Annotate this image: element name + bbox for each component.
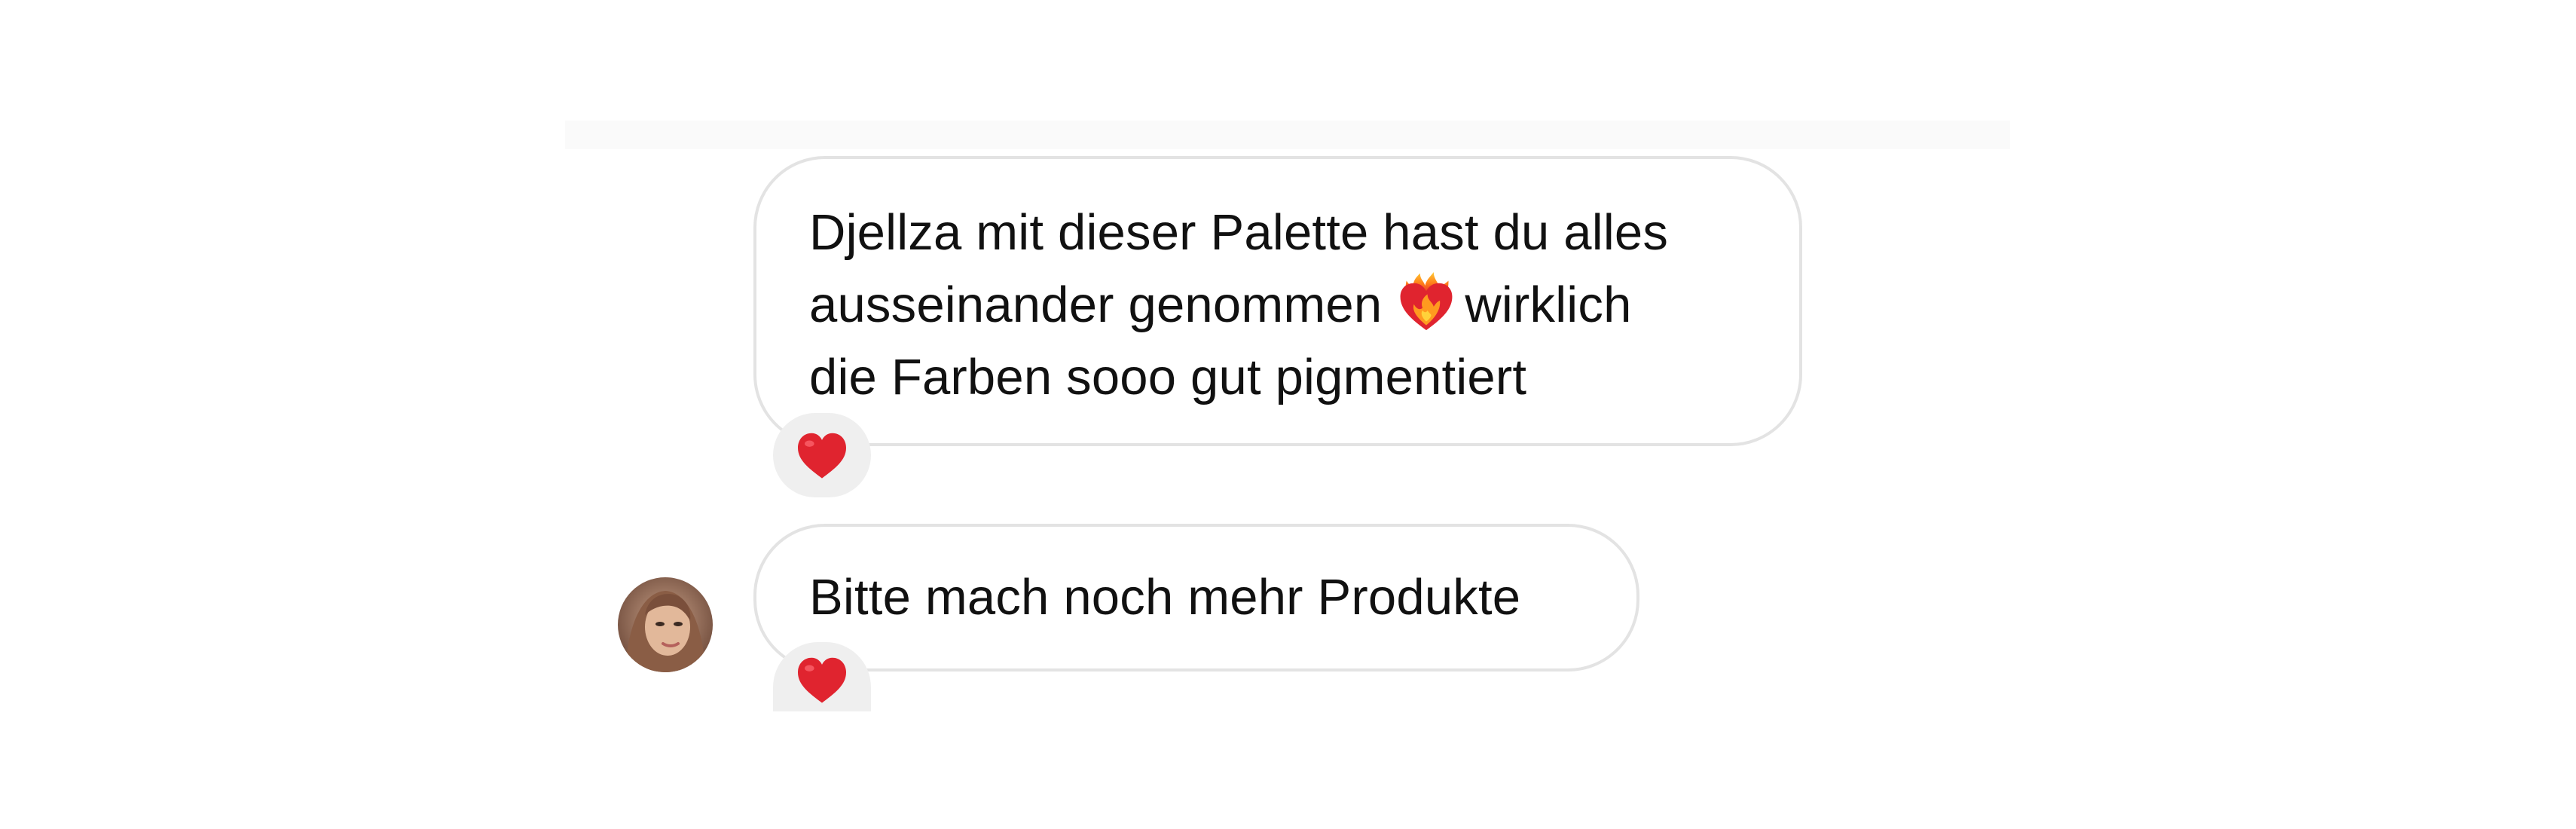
message-bubble[interactable]: Bitte mach noch mehr Produkte [753, 524, 1639, 671]
reaction-badge[interactable] [773, 413, 871, 497]
heart-on-fire-icon [1395, 272, 1457, 334]
message-line: ausseinander genommen wirklich [809, 269, 1754, 341]
red-heart-icon [798, 433, 846, 479]
red-heart-icon [798, 657, 846, 703]
top-divider-strip [565, 121, 2010, 149]
message-line: Djellza mit dieser Palette hast du alles [809, 204, 1669, 261]
message-line-text: ausseinander genommen [809, 277, 1383, 333]
message-bubble[interactable]: Djellza mit dieser Palette hast du alles… [753, 156, 1802, 446]
message-line: die Farben sooo gut pigmentiert [809, 349, 1527, 405]
message-text: Bitte mach noch mehr Produkte [809, 569, 1521, 626]
avatar[interactable] [618, 577, 713, 672]
message-line-text: wirklich [1465, 277, 1632, 333]
